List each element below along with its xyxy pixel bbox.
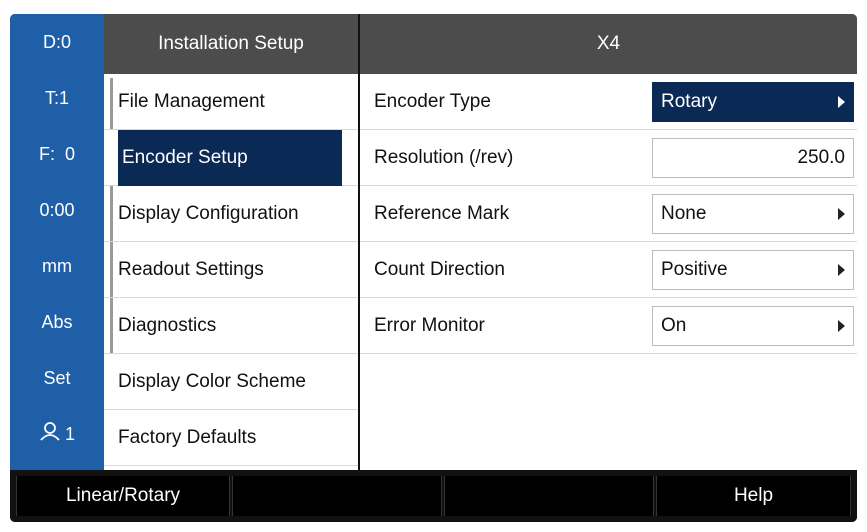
user-number: 1 <box>64 424 75 444</box>
setup-menu: File Management Encoder Setup Display Co… <box>104 74 359 470</box>
status-bar: D:0 T:1 F: 0 0:00 mm Abs Set 1 <box>10 14 104 470</box>
resolution-input[interactable]: 250.0 <box>652 138 854 178</box>
units-status[interactable]: mm <box>10 238 104 294</box>
softkey-3[interactable] <box>444 476 654 516</box>
encoder-type-select[interactable]: Rotary <box>652 82 854 122</box>
menu-item-display-color-scheme[interactable]: Display Color Scheme <box>104 354 358 410</box>
stopwatch-label: 0:00 <box>39 200 75 220</box>
arrow-right-icon <box>838 264 845 276</box>
dro-screen: D:0 T:1 F: 0 0:00 mm Abs Set 1 Installat… <box>10 14 857 522</box>
units-label: mm <box>42 256 72 276</box>
stopwatch-status[interactable]: 0:00 <box>10 182 104 238</box>
tool-status[interactable]: T:1 <box>10 70 104 126</box>
user-icon <box>39 407 61 463</box>
menu-title: Installation Setup <box>104 14 358 74</box>
menu-item-file-management[interactable]: File Management <box>104 74 358 130</box>
softkey-linear-rotary[interactable]: Linear/Rotary <box>16 476 230 516</box>
feedrate-status[interactable]: F: 0 <box>10 126 104 182</box>
param-row-reference-mark: Reference Mark None <box>360 186 857 242</box>
arrow-right-icon <box>838 208 845 220</box>
param-row-resolution: Resolution (/rev) 250.0 <box>360 130 857 186</box>
menu-item-encoder-setup[interactable]: Encoder Setup <box>104 130 359 186</box>
feedrate-label: F: 0 <box>38 144 75 164</box>
param-row-count-direction: Count Direction Positive <box>360 242 857 298</box>
error-monitor-select[interactable]: On <box>652 306 854 346</box>
datum-status[interactable]: D:0 <box>10 14 104 70</box>
param-row-encoder-type: Encoder Type Rotary <box>360 74 857 130</box>
softkey-bar: Linear/Rotary Help <box>10 470 857 522</box>
param-label: Count Direction <box>374 259 505 280</box>
abs-inc-status[interactable]: Abs <box>10 294 104 350</box>
set-label: Set <box>43 368 71 388</box>
softkey-2[interactable] <box>232 476 442 516</box>
param-label: Encoder Type <box>374 91 491 112</box>
param-label: Error Monitor <box>374 315 485 336</box>
menu-item-readout-settings[interactable]: Readout Settings <box>104 242 358 298</box>
encoder-parameters: Encoder Type Rotary Resolution (/rev) 25… <box>360 74 857 470</box>
param-row-error-monitor: Error Monitor On <box>360 298 857 354</box>
menu-item-diagnostics[interactable]: Diagnostics <box>104 298 358 354</box>
set-status[interactable]: Set <box>10 350 104 406</box>
axis-title: X4 <box>360 14 857 74</box>
menu-item-factory-defaults[interactable]: Factory Defaults <box>104 410 358 466</box>
count-direction-select[interactable]: Positive <box>652 250 854 290</box>
abs-label: Abs <box>41 312 73 332</box>
reference-mark-select[interactable]: None <box>652 194 854 234</box>
param-label: Resolution (/rev) <box>374 147 514 168</box>
arrow-right-icon <box>838 320 845 332</box>
menu-item-display-configuration[interactable]: Display Configuration <box>104 186 358 242</box>
datum-label: D:0 <box>42 32 71 52</box>
tool-label: T:1 <box>44 88 69 108</box>
param-label: Reference Mark <box>374 203 510 224</box>
arrow-right-icon <box>838 96 845 108</box>
user-status[interactable]: 1 <box>10 406 104 462</box>
softkey-help[interactable]: Help <box>656 476 851 516</box>
